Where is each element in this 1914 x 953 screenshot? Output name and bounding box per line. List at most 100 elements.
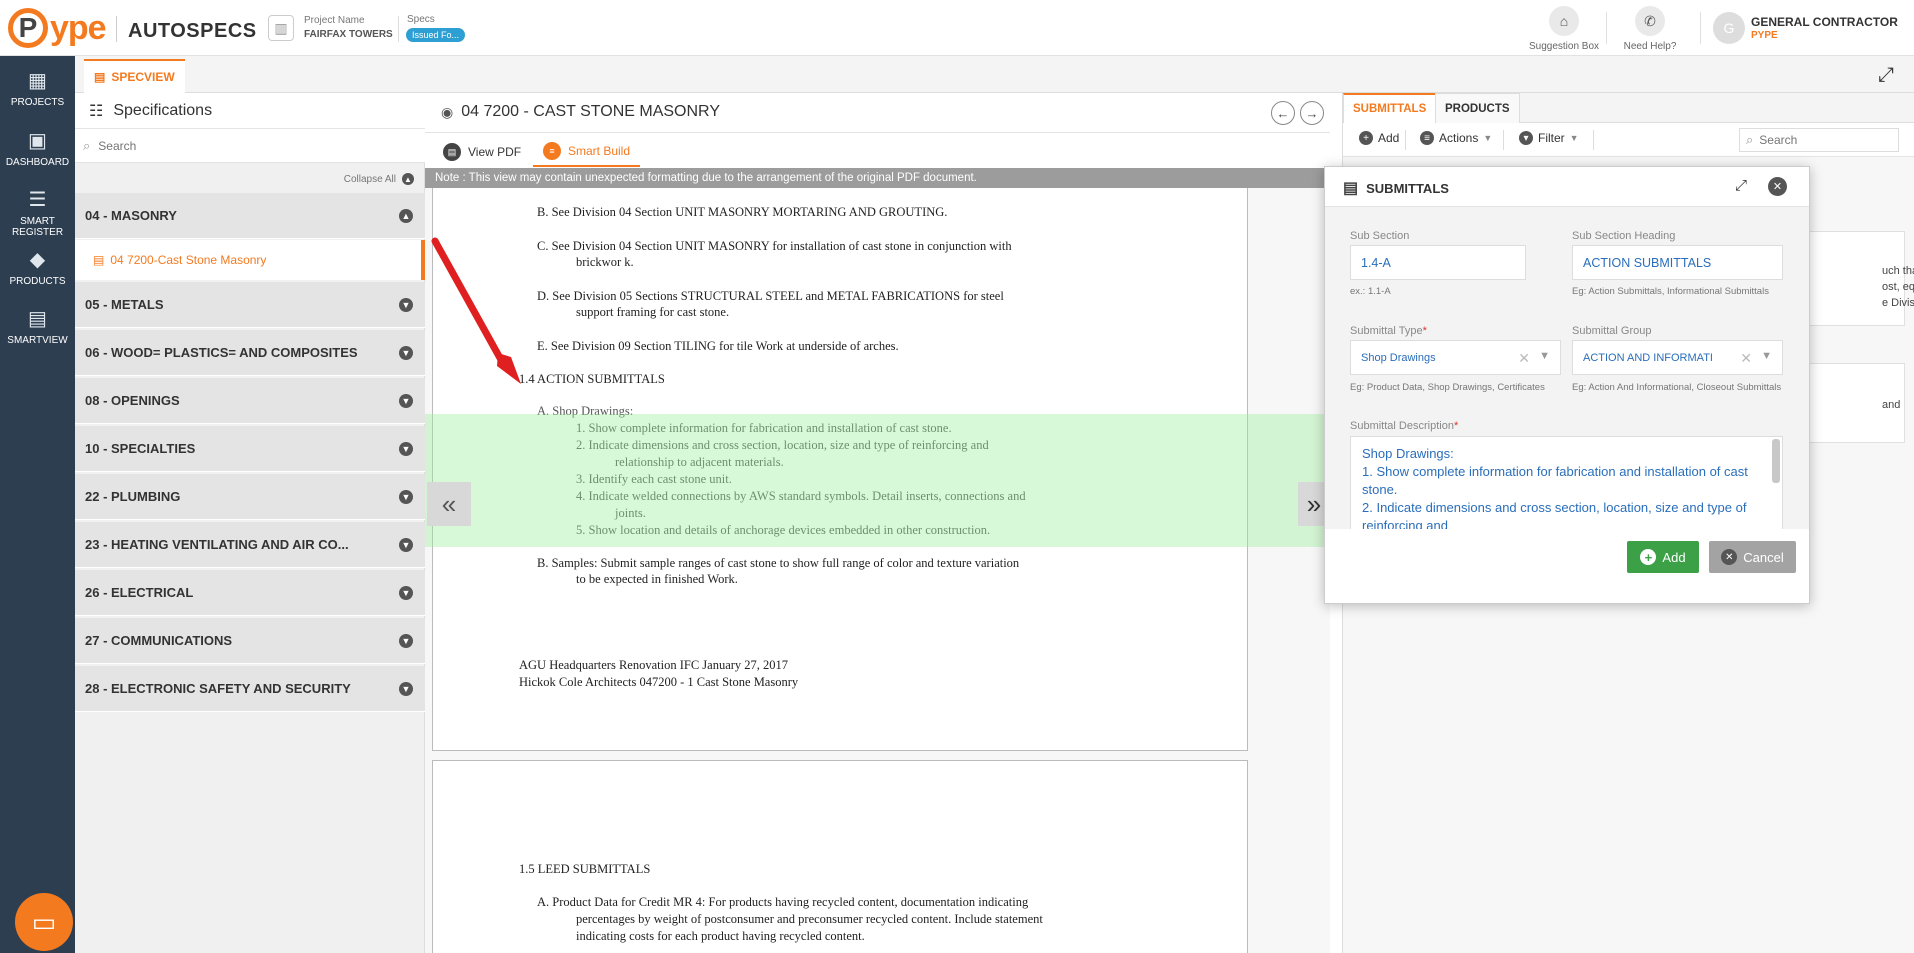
need-help-label: Need Help? <box>1623 41 1677 52</box>
category-label: 22 - PLUMBING <box>85 489 181 504</box>
tab-submittals[interactable]: SUBMITTALS <box>1343 93 1437 123</box>
spec-category-06[interactable]: 06 - WOOD= PLASTICS= AND COMPOSITES ▼ <box>75 330 425 376</box>
document-title-text: 04 7200 - CAST STONE MASONRY <box>461 103 720 120</box>
chat-launcher-button[interactable]: ▭ <box>15 893 73 951</box>
chevron-down-icon: ▼ <box>399 442 413 456</box>
building-icon: ▥ <box>268 15 294 41</box>
collapse-all-button[interactable]: Collapse All ▲ <box>344 173 414 185</box>
plus-icon: + <box>1359 131 1373 145</box>
doc-line: indicating costs for each product having… <box>576 929 865 943</box>
pype-logo[interactable]: P ype <box>8 8 107 48</box>
spec-category-23[interactable]: 23 - HEATING VENTILATING AND AIR CO... ▼ <box>75 522 425 568</box>
register-icon: ☰ <box>28 189 47 211</box>
top-header: P ype AUTOSPECS ▥ Project Name FAIRFAX T… <box>0 0 1914 56</box>
previous-section-button[interactable]: ← <box>1271 101 1295 125</box>
chevron-down-icon: ▼ <box>399 346 413 360</box>
textarea-scrollbar[interactable] <box>1772 439 1780 483</box>
dashboard-icon: ▣ <box>28 130 47 152</box>
chevron-down-icon: ▼ <box>1539 350 1550 362</box>
spec-category-28[interactable]: 28 - ELECTRONIC SAFETY AND SECURITY ▼ <box>75 666 425 712</box>
list-icon: ≡ <box>1420 131 1434 145</box>
add-submittal-button[interactable]: + Add <box>1359 131 1399 145</box>
workspace-tab-row: ▤ SPECVIEW ⤢ <box>75 56 1914 93</box>
submittal-description-textarea[interactable]: Shop Drawings: 1. Show complete informat… <box>1350 436 1783 530</box>
sub-heading-field[interactable]: ACTION SUBMITTALS <box>1572 245 1783 280</box>
chevron-up-icon: ▲ <box>402 173 414 185</box>
tab-smart-build[interactable]: ≡ Smart Build <box>533 137 641 167</box>
smart-build-icon: ≡ <box>543 142 561 160</box>
close-icon[interactable]: ✕ <box>1768 177 1787 196</box>
divider <box>1606 12 1607 44</box>
formatting-note: Note : This view may contain unexpected … <box>425 168 1330 188</box>
spec-category-05[interactable]: 05 - METALS ▼ <box>75 282 425 328</box>
logo-text: ype <box>50 9 107 48</box>
arrow-left-icon: ← <box>1276 105 1290 121</box>
user-role[interactable]: GENERAL CONTRACTOR <box>1751 15 1898 29</box>
add-label: Add <box>1378 131 1400 145</box>
clear-icon[interactable]: ✕ <box>1518 350 1530 367</box>
dialog-header: ▤ SUBMITTALS ⤢ ✕ <box>1325 167 1809 207</box>
sub-section-field[interactable]: 1.4-A <box>1350 245 1526 280</box>
nav-smartview[interactable]: ▤ SMARTVIEW <box>0 306 75 346</box>
tab-view-pdf-label: View PDF <box>468 145 522 159</box>
spec-category-04[interactable]: 04 - MASONRY ▲ <box>75 193 425 239</box>
add-button[interactable]: + Add <box>1627 541 1699 573</box>
sub-heading-label: Sub Section Heading <box>1572 230 1676 242</box>
spec-category-27[interactable]: 27 - COMMUNICATIONS ▼ <box>75 618 425 664</box>
sub-heading-hint: Eg: Action Submittals, Informational Sub… <box>1572 286 1769 297</box>
doc-heading: 1.4 ACTION SUBMITTALS <box>519 372 665 386</box>
filter-label: Filter <box>1538 131 1565 145</box>
spec-category-22[interactable]: 22 - PLUMBING ▼ <box>75 474 425 520</box>
chevron-down-icon: ▼ <box>1483 133 1493 143</box>
actions-dropdown[interactable]: ≡ Actions ▼ <box>1420 131 1492 145</box>
category-label: 10 - SPECIALTIES <box>85 441 196 456</box>
spec-category-26[interactable]: 26 - ELECTRICAL ▼ <box>75 570 425 616</box>
cancel-button[interactable]: ✕ Cancel <box>1709 541 1796 573</box>
chevron-down-icon: ▼ <box>399 682 413 696</box>
doc-line: E. See Division 09 Section TILING for ti… <box>537 339 899 353</box>
tab-products[interactable]: PRODUCTS <box>1435 93 1520 123</box>
card-text: e Division 01 <box>1882 297 1914 309</box>
fullscreen-icon[interactable]: ⤢ <box>1878 64 1894 87</box>
tab-specview[interactable]: ▤ SPECVIEW <box>84 59 185 93</box>
selected-text-highlight[interactable] <box>425 414 1330 547</box>
spec-section-label: 04 7200-Cast Stone Masonry <box>110 253 267 267</box>
nav-smart-register[interactable]: ☰ SMART REGISTER <box>0 187 75 238</box>
spec-search: ⌕ <box>75 129 425 163</box>
submittal-search-input[interactable] <box>1759 133 1880 147</box>
need-help-button[interactable]: ✆ Need Help? <box>1610 6 1690 52</box>
specview-icon: ▤ <box>28 308 47 330</box>
project-name[interactable]: FAIRFAX TOWERS <box>304 29 393 40</box>
suggestion-box-button[interactable]: ⌂ Suggestion Box <box>1524 6 1604 52</box>
expand-icon[interactable]: ⤢ <box>1735 177 1747 194</box>
plus-icon: + <box>1640 549 1657 565</box>
spec-category-08[interactable]: 08 - OPENINGS ▼ <box>75 378 425 424</box>
sub-section-hint: ex.: 1.1-A <box>1350 286 1391 297</box>
collapse-left-button[interactable]: « <box>427 482 471 526</box>
clear-icon[interactable]: ✕ <box>1740 350 1752 367</box>
spec-search-input[interactable] <box>98 138 399 153</box>
nav-projects[interactable]: ▦ PROJECTS <box>0 68 75 108</box>
nav-dashboard[interactable]: ▣ DASHBOARD <box>0 128 75 168</box>
doc-line: B. See Division 04 Section UNIT MASONRY … <box>537 205 948 219</box>
card-text: uch that <box>1882 265 1914 277</box>
next-section-button[interactable]: → <box>1300 101 1324 125</box>
document-page-2: 1.5 LEED SUBMITTALS A. Product Data for … <box>432 760 1248 953</box>
nav-smartview-label: SMARTVIEW <box>7 335 68 346</box>
nav-products[interactable]: ◆ PRODUCTS <box>0 247 75 287</box>
category-label: 05 - METALS <box>85 297 164 312</box>
suggestion-box-icon: ⌂ <box>1549 6 1579 36</box>
spec-section-item[interactable]: ▤ 04 7200-Cast Stone Masonry <box>75 240 425 280</box>
doc-line: to be expected in finished Work. <box>576 572 738 586</box>
specs-status-badge[interactable]: Issued Fo... <box>406 28 466 42</box>
sub-section-label: Sub Section <box>1350 230 1410 242</box>
tab-view-pdf[interactable]: ▤ View PDF <box>433 137 531 167</box>
filter-dropdown[interactable]: ▾ Filter ▼ <box>1519 131 1579 145</box>
divider <box>116 16 117 42</box>
list-icon: ☷ <box>89 102 104 120</box>
app-name: AUTOSPECS <box>128 20 257 42</box>
spec-category-10[interactable]: 10 - SPECIALTIES ▼ <box>75 426 425 472</box>
avatar[interactable]: G <box>1713 12 1745 44</box>
submittal-type-select[interactable]: Shop Drawings ✕ ▼ <box>1350 340 1561 375</box>
submittal-group-select[interactable]: ACTION AND INFORMATIC ✕ ▼ <box>1572 340 1783 375</box>
